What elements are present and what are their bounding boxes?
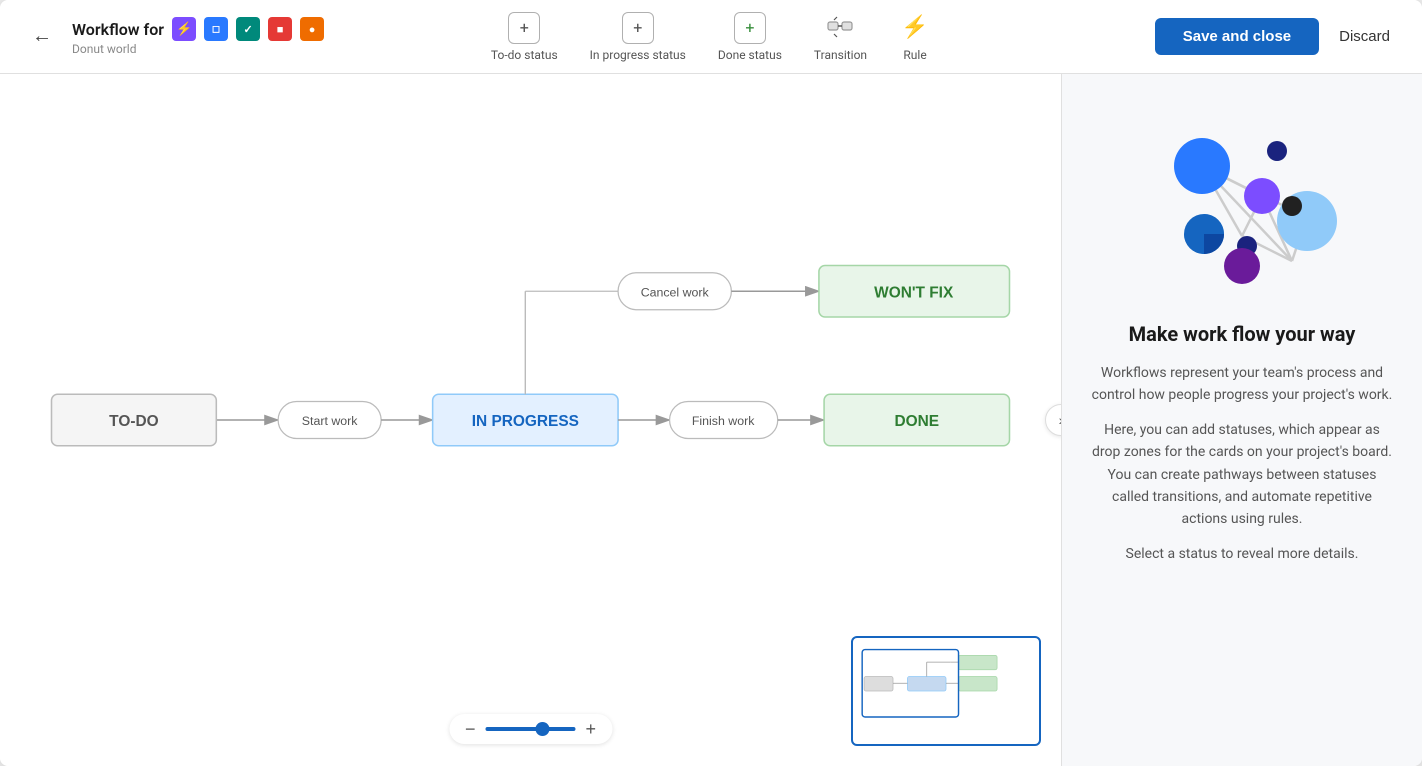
icon-badge-green: ✓ [236,17,260,41]
workflow-title: Workflow for [72,20,164,39]
toolbar-rule[interactable]: ⚡ Rule [899,12,931,62]
svg-text:Cancel work: Cancel work [641,285,710,299]
header: ← Workflow for ⚡ ◻ ✓ ■ ● Donut world + T… [0,0,1422,74]
zoom-in-button[interactable]: + [586,720,597,738]
svg-text:WON'T FIX: WON'T FIX [874,284,954,301]
done-status-label: Done status [718,48,782,62]
toolbar-transition[interactable]: Transition [814,12,867,62]
todo-status-label: To-do status [491,48,558,62]
zoom-slider[interactable] [486,727,576,731]
transition-label: Transition [814,48,867,62]
zoom-out-button[interactable]: − [465,720,476,738]
header-toolbar: + To-do status + In progress status + Do… [482,12,940,62]
mini-map-svg [853,638,1039,744]
panel-text-2: Here, you can add statuses, which appear… [1090,419,1394,531]
toolbar-todo-status[interactable]: + To-do status [491,12,558,62]
inprogress-status-label: In progress status [590,48,686,62]
mini-map[interactable] [851,636,1041,746]
icon-badge-purple: ⚡ [172,17,196,41]
header-left: ← Workflow for ⚡ ◻ ✓ ■ ● Donut world [24,17,482,56]
todo-status-icon: + [508,12,540,44]
toolbar-inprogress-status[interactable]: + In progress status [590,12,686,62]
panel-illustration [1132,106,1352,306]
zoom-controls: − + [449,714,612,744]
illustration-svg [1132,106,1352,306]
back-button[interactable]: ← [24,21,60,52]
svg-text:Finish work: Finish work [692,414,755,428]
right-panel: Make work flow your way Workflows repres… [1062,74,1422,766]
workflow-title-block: Workflow for ⚡ ◻ ✓ ■ ● Donut world [72,17,324,56]
panel-text-3: Select a status to reveal more details. [1126,543,1359,565]
save-and-close-button[interactable]: Save and close [1155,18,1319,55]
workflow-title-row: Workflow for ⚡ ◻ ✓ ■ ● [72,17,324,41]
done-status-icon: + [734,12,766,44]
icon-badge-orange: ● [300,17,324,41]
discard-button[interactable]: Discard [1331,18,1398,55]
panel-title: Make work flow your way [1129,322,1356,346]
header-actions: Save and close Discard [940,18,1398,55]
transition-icon [824,12,856,44]
svg-text:DONE: DONE [894,413,939,430]
toolbar-done-status[interactable]: + Done status [718,12,782,62]
icon-badge-red: ■ [268,17,292,41]
main-area: › Start work IN PROGRESS [0,74,1422,766]
svg-text:TO-DO: TO-DO [109,413,158,430]
workflow-canvas[interactable]: › Start work IN PROGRESS [0,74,1062,766]
panel-text-1: Workflows represent your team's process … [1090,362,1394,407]
inprogress-status-icon: + [622,12,654,44]
svg-text:IN PROGRESS: IN PROGRESS [472,413,579,430]
zoom-slider-thumb [535,722,549,736]
icon-badge-blue: ◻ [204,17,228,41]
workflow-subtitle: Donut world [72,42,324,56]
rule-label: Rule [903,48,926,62]
svg-text:Start work: Start work [302,414,358,428]
rule-icon: ⚡ [899,12,931,44]
